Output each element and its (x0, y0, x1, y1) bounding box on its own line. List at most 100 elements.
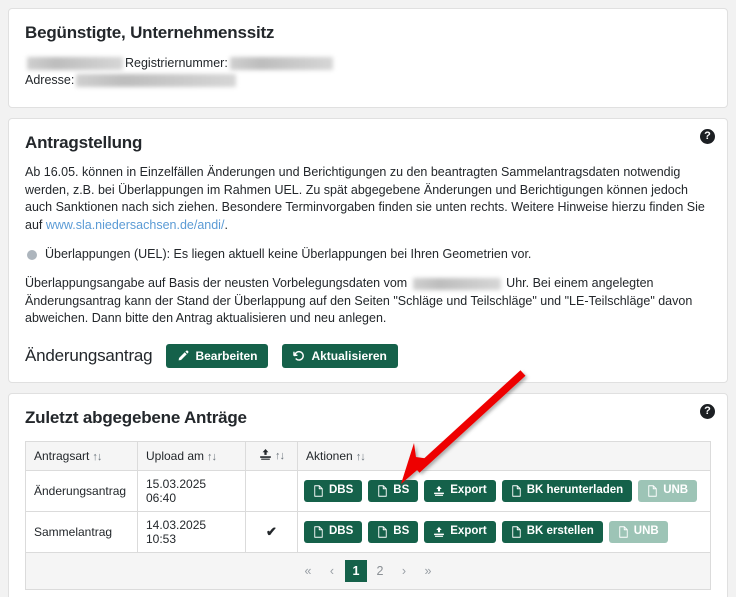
bs-button-label: BS (393, 485, 409, 497)
dbs-button-label: DBS (329, 526, 353, 538)
antragstellung-title: Antragstellung (25, 133, 711, 153)
cell-upload-status (246, 471, 298, 512)
help-icon[interactable]: ? (700, 404, 715, 419)
cell-antragsart: Sammelantrag (26, 512, 138, 553)
pagination-page-2[interactable]: 2 (369, 560, 391, 582)
beneficiary-identity-line: Registriernummer: (25, 55, 711, 72)
applications-table: Antragsart↑↓ Upload am↑↓ ↑↓ (25, 441, 711, 590)
pdf-file-icon (511, 485, 522, 497)
bs-button[interactable]: BS (368, 480, 418, 502)
table-header-row: Antragsart↑↓ Upload am↑↓ ↑↓ (26, 442, 711, 471)
unb-button-label: UNB (663, 485, 688, 497)
pdf-file-icon (618, 526, 629, 538)
redacted-address (76, 74, 236, 87)
bs-button[interactable]: BS (368, 521, 418, 543)
cell-upload-status: ✔ (246, 512, 298, 553)
sort-arrows-icon[interactable]: ↑↓ (356, 451, 365, 463)
change-request-title: Änderungsantrag (25, 346, 152, 366)
antragstellung-card: ? Antragstellung Ab 16.05. können in Ein… (8, 118, 728, 383)
page-title: Begünstigte, Unternehmenssitz (25, 23, 711, 43)
column-label-aktionen: Aktionen (306, 449, 353, 463)
pdf-file-icon (647, 485, 658, 497)
export-button[interactable]: Export (424, 480, 495, 502)
unb-button-label: UNB (634, 526, 659, 538)
recent-applications-title: Zuletzt abgegebene Anträge (25, 408, 711, 428)
redacted-registry-number (230, 57, 333, 70)
export-button-label: Export (450, 485, 486, 497)
cell-aktionen: DBS BS (298, 512, 711, 553)
redacted-name (27, 57, 123, 70)
page-root: Begünstigte, Unternehmenssitz Registrier… (0, 0, 736, 597)
refresh-ccw-icon (293, 350, 305, 362)
pagination-page-1[interactable]: 1 (345, 560, 367, 582)
column-header-upload-status[interactable]: ↑↓ (246, 442, 298, 471)
pagination-last[interactable]: » (417, 560, 439, 582)
column-header-antragsart[interactable]: Antragsart↑↓ (26, 442, 138, 471)
pagination: « ‹ 1 2 › » (34, 560, 702, 582)
pdf-file-icon (377, 526, 388, 538)
table-row: Änderungsantrag 15.03.2025 06:40 (26, 471, 711, 512)
refresh-button[interactable]: Aktualisieren (282, 344, 397, 368)
cell-upload-am: 14.03.2025 10:53 (138, 512, 246, 553)
unb-button: UNB (638, 480, 697, 502)
export-button-label: Export (450, 526, 486, 538)
dbs-button-label: DBS (329, 485, 353, 497)
overlap-note-part1: Überlappungsangabe auf Basis der neusten… (25, 276, 411, 290)
table-body: Änderungsantrag 15.03.2025 06:40 (26, 471, 711, 590)
refresh-button-label: Aktualisieren (311, 350, 386, 362)
pdf-file-icon (313, 526, 324, 538)
sort-arrows-icon[interactable]: ↑↓ (207, 451, 216, 463)
action-buttons-group: DBS BS (304, 521, 704, 543)
column-label-antragsart: Antragsart (34, 449, 89, 463)
unb-button: UNB (609, 521, 668, 543)
pdf-file-icon (313, 485, 324, 497)
overlap-status-text: Überlappungen (UEL): Es liegen aktuell k… (45, 246, 531, 263)
overlap-note-text: Überlappungsangabe auf Basis der neusten… (25, 275, 711, 328)
cell-aktionen: DBS BS (298, 471, 711, 512)
bk-download-button-label: BK herunterladen (527, 485, 624, 497)
address-label: Adresse: (25, 73, 74, 87)
bs-button-label: BS (393, 526, 409, 538)
help-icon[interactable]: ? (700, 129, 715, 144)
column-label-upload-am: Upload am (146, 449, 204, 463)
upload-icon (433, 485, 445, 497)
registry-number-label: Registriernummer: (125, 56, 228, 70)
beneficiary-address-line: Adresse: (25, 72, 711, 89)
antragstellung-intro-text: Ab 16.05. können in Einzelfällen Änderun… (25, 164, 711, 234)
export-button[interactable]: Export (424, 521, 495, 543)
dbs-button[interactable]: DBS (304, 521, 362, 543)
upload-icon (433, 526, 445, 538)
pencil-icon (177, 350, 189, 362)
column-header-upload-am[interactable]: Upload am↑↓ (138, 442, 246, 471)
intro-text-part2: . (224, 218, 227, 232)
sort-arrows-icon[interactable]: ↑↓ (92, 451, 101, 463)
redacted-timestamp (413, 278, 501, 290)
status-indicator-dot (27, 250, 37, 260)
recent-applications-card: ? Zuletzt abgegebene Anträge Antragsart↑… (8, 393, 728, 597)
beneficiary-card: Begünstigte, Unternehmenssitz Registrier… (8, 8, 728, 108)
change-request-row: Änderungsantrag Bearbeiten Aktualisieren (25, 344, 711, 368)
bk-create-button-label: BK erstellen (527, 526, 594, 538)
sort-arrows-icon[interactable]: ↑↓ (275, 450, 284, 462)
column-header-aktionen[interactable]: Aktionen↑↓ (298, 442, 711, 471)
pagination-next[interactable]: › (393, 560, 415, 582)
table-row: Sammelantrag 14.03.2025 10:53 ✔ (26, 512, 711, 553)
pagination-prev[interactable]: ‹ (321, 560, 343, 582)
table-header: Antragsart↑↓ Upload am↑↓ ↑↓ (26, 442, 711, 471)
pagination-cell: « ‹ 1 2 › » (26, 553, 711, 590)
cell-upload-am: 15.03.2025 06:40 (138, 471, 246, 512)
table-pagination-row: « ‹ 1 2 › » (26, 553, 711, 590)
pdf-file-icon (377, 485, 388, 497)
andi-website-link[interactable]: www.sla.niedersachsen.de/andi/ (46, 218, 225, 232)
edit-button-label: Bearbeiten (195, 350, 257, 362)
pagination-first[interactable]: « (297, 560, 319, 582)
dbs-button[interactable]: DBS (304, 480, 362, 502)
bk-create-button[interactable]: BK erstellen (502, 521, 603, 543)
action-buttons-group: DBS BS (304, 480, 704, 502)
pdf-file-icon (511, 526, 522, 538)
upload-icon (259, 448, 272, 464)
cell-antragsart: Änderungsantrag (26, 471, 138, 512)
edit-button[interactable]: Bearbeiten (166, 344, 268, 368)
bk-download-button[interactable]: BK herunterladen (502, 480, 633, 502)
overlap-status-row: Überlappungen (UEL): Es liegen aktuell k… (27, 246, 711, 263)
